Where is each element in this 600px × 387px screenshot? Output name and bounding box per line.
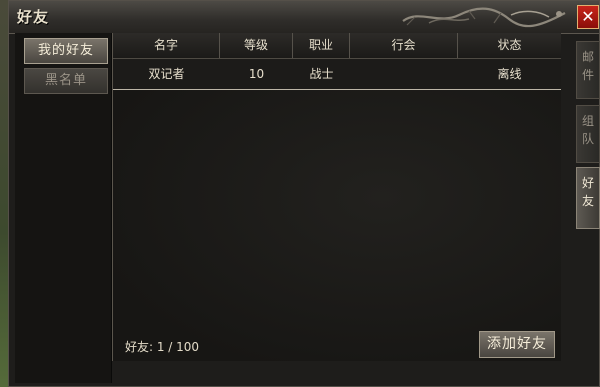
right-side-tabs: 邮 件 组 队 好 友 <box>570 33 600 383</box>
game-scene: 好友 ✕ 我的好友 黑名单 名字 等级 职业 行会 状态 双记者 10 战士 离… <box>0 0 600 387</box>
tab-mail-char1: 邮 <box>581 50 594 64</box>
table-row[interactable]: 双记者 10 战士 离线 <box>113 59 561 90</box>
row-name: 双记者 <box>148 67 185 81</box>
column-header-status[interactable]: 状态 <box>458 33 561 58</box>
tab-team[interactable]: 组 队 <box>576 105 600 163</box>
tab-blacklist[interactable]: 黑名单 <box>24 68 108 94</box>
column-header-name[interactable]: 名字 <box>113 33 220 58</box>
column-header-guild[interactable]: 行会 <box>350 33 458 58</box>
window-title: 好友 <box>17 8 50 26</box>
row-guild <box>350 59 458 89</box>
tab-my-friends[interactable]: 我的好友 <box>24 38 108 64</box>
table-header: 名字 等级 职业 行会 状态 <box>113 33 561 59</box>
tab-friends-char1: 好 <box>581 176 594 190</box>
tab-mail-char2: 件 <box>581 68 594 82</box>
tab-friends-char2: 友 <box>581 194 594 208</box>
column-header-level[interactable]: 等级 <box>220 33 293 58</box>
row-status: 离线 <box>497 67 522 81</box>
tab-mail[interactable]: 邮 件 <box>576 41 600 99</box>
dragon-ornament-icon <box>402 7 566 28</box>
row-class: 战士 <box>309 67 334 81</box>
left-tab-panel: 我的好友 黑名单 <box>15 33 112 383</box>
tab-team-char1: 组 <box>581 114 594 128</box>
friend-count: 好友: 1 / 100 <box>125 340 200 354</box>
friends-window: 好友 ✕ 我的好友 黑名单 名字 等级 职业 行会 状态 双记者 10 战士 离… <box>8 0 600 387</box>
add-friend-button[interactable]: 添加好友 <box>479 331 555 358</box>
column-header-class[interactable]: 职业 <box>293 33 350 58</box>
row-level: 10 <box>248 67 265 81</box>
friends-list-panel: 名字 等级 职业 行会 状态 双记者 10 战士 离线 好友: 1 / 100 … <box>112 33 561 361</box>
close-button[interactable]: ✕ <box>577 5 599 29</box>
tab-friends[interactable]: 好 友 <box>576 167 600 229</box>
tab-team-char2: 队 <box>581 132 594 146</box>
title-bar[interactable]: 好友 ✕ <box>9 1 599 34</box>
